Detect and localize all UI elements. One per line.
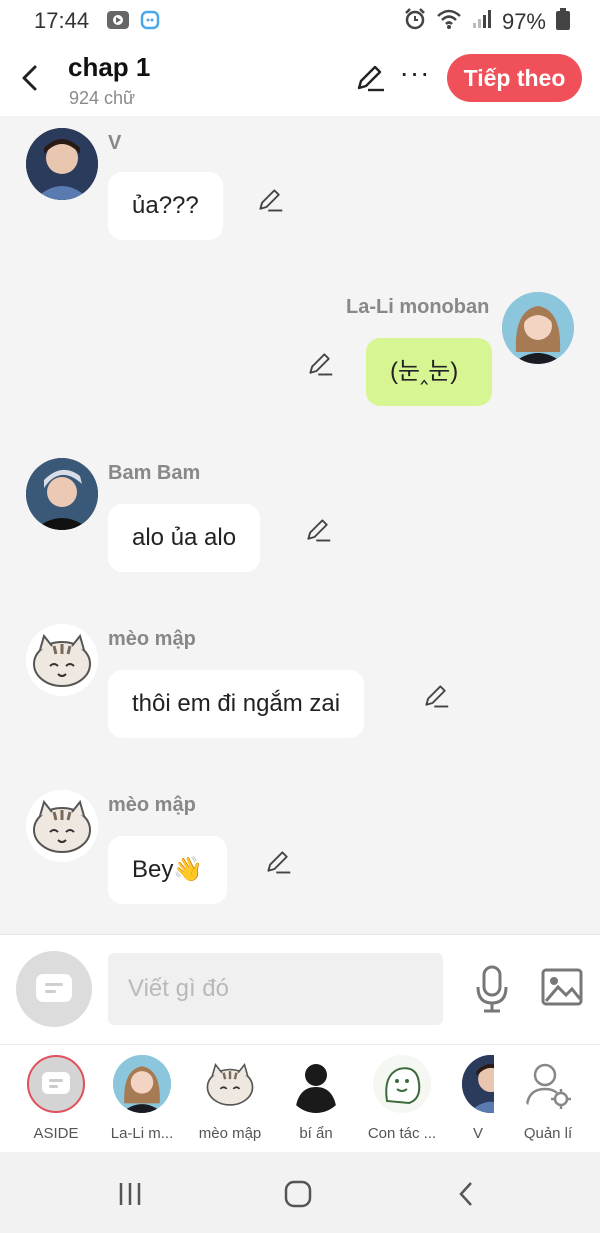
character-aside[interactable]: ASIDE [16, 1055, 96, 1142]
edit-icon [425, 685, 449, 708]
nav-back-icon [459, 1182, 472, 1206]
sender-name: Bam Bam [108, 462, 201, 484]
word-count: 924 chữ [69, 88, 136, 108]
character-label: La-Li m... [110, 1125, 174, 1142]
character-mystery[interactable]: bí ẩn [276, 1055, 356, 1142]
edit-icon [307, 519, 331, 542]
edit-message-button[interactable] [422, 682, 450, 710]
edit-message-button[interactable] [256, 186, 284, 214]
more-icon: ··· [399, 57, 431, 88]
message-bubble[interactable]: thôi em đi ngắm zai [108, 670, 365, 738]
app-header: chap 1 924 chữ ··· Tiếp theo [0, 40, 600, 116]
recent-apps-icon [119, 1183, 141, 1205]
sender-name: V [108, 132, 122, 154]
edit-icon [309, 353, 333, 376]
character-label: mèo mập [198, 1125, 262, 1142]
avatar-v[interactable] [26, 128, 98, 200]
character-label: ASIDE [33, 1125, 79, 1142]
chapter-title: chap 1 [68, 52, 151, 82]
status-time: 17:44 [34, 8, 90, 33]
back-icon [22, 65, 37, 91]
status-bar: 17:44 97% [0, 0, 600, 40]
assistant-notification-icon [140, 10, 160, 35]
character-label: V [472, 1125, 483, 1142]
manage-characters-button[interactable]: Quản lí [508, 1055, 588, 1142]
recent-apps-button[interactable] [110, 1174, 150, 1214]
message-bubble[interactable]: Bey👋 [108, 836, 228, 904]
next-chapter-button[interactable]: Tiếp theo [447, 54, 582, 102]
character-label: Quản lí [523, 1125, 573, 1142]
signal-icon [472, 9, 492, 35]
character-author[interactable]: Con tác ... [362, 1055, 442, 1142]
avatar [462, 1055, 494, 1113]
sender-name: mèo mập [108, 794, 196, 816]
app-notification-icon [106, 10, 130, 35]
edit-message-button[interactable] [304, 516, 332, 544]
chat-area[interactable]: V ủa??? La-Li monoban (눈‸눈) Bam Bam alo … [0, 116, 600, 934]
message-input[interactable]: Viết gì đó [108, 953, 443, 1025]
avatar-bambam[interactable] [26, 458, 98, 530]
edit-icon [267, 851, 291, 874]
avatar [113, 1055, 171, 1113]
avatar [287, 1055, 345, 1113]
wifi-icon [436, 8, 462, 36]
voice-button[interactable] [470, 963, 514, 1015]
aside-icon [36, 974, 72, 1002]
character-bar: ASIDE La-Li m... mèo mập bí ẩn Con tác .… [0, 1044, 600, 1153]
back-button[interactable] [14, 58, 44, 98]
status-icons: 97% [404, 8, 570, 36]
mic-icon [476, 965, 508, 1013]
battery-icon [556, 8, 570, 36]
settings-user-icon [519, 1055, 577, 1113]
battery-level: 97% [501, 9, 546, 34]
compose-bar: Viết gì đó [0, 934, 600, 1045]
nav-back-button[interactable] [446, 1174, 486, 1214]
home-icon [284, 1180, 312, 1208]
more-button[interactable]: ··· [398, 58, 432, 94]
sender-name: La-Li monoban [346, 296, 490, 318]
edit-message-button[interactable] [264, 848, 292, 876]
edit-icon [357, 65, 384, 92]
aside-avatar [27, 1055, 85, 1113]
image-button[interactable] [540, 967, 584, 1011]
home-button[interactable] [278, 1174, 318, 1214]
avatar-lali[interactable] [502, 292, 574, 364]
avatar-meo-map[interactable] [26, 624, 98, 696]
message-bubble[interactable]: alo ủa alo [108, 504, 261, 572]
character-label: bí ẩn [299, 1125, 333, 1142]
avatar-meo-map[interactable] [26, 790, 98, 862]
edit-icon [259, 189, 283, 212]
image-icon [541, 968, 583, 1006]
character-label: Con tác ... [367, 1125, 437, 1142]
character-v[interactable]: V [450, 1055, 494, 1142]
edit-message-button[interactable] [306, 350, 334, 378]
avatar [201, 1055, 259, 1113]
system-nav-bar [0, 1152, 600, 1233]
sender-name: mèo mập [108, 628, 196, 650]
alarm-icon [404, 8, 426, 36]
avatar [373, 1055, 431, 1113]
message-bubble-mine[interactable]: (눈‸눈) [366, 338, 492, 406]
message-bubble[interactable]: ủa??? [108, 172, 223, 240]
aside-toggle-button[interactable] [16, 951, 92, 1027]
character-meo-map[interactable]: mèo mập [190, 1055, 270, 1142]
edit-title-button[interactable] [354, 62, 386, 94]
character-lali[interactable]: La-Li m... [102, 1055, 182, 1142]
